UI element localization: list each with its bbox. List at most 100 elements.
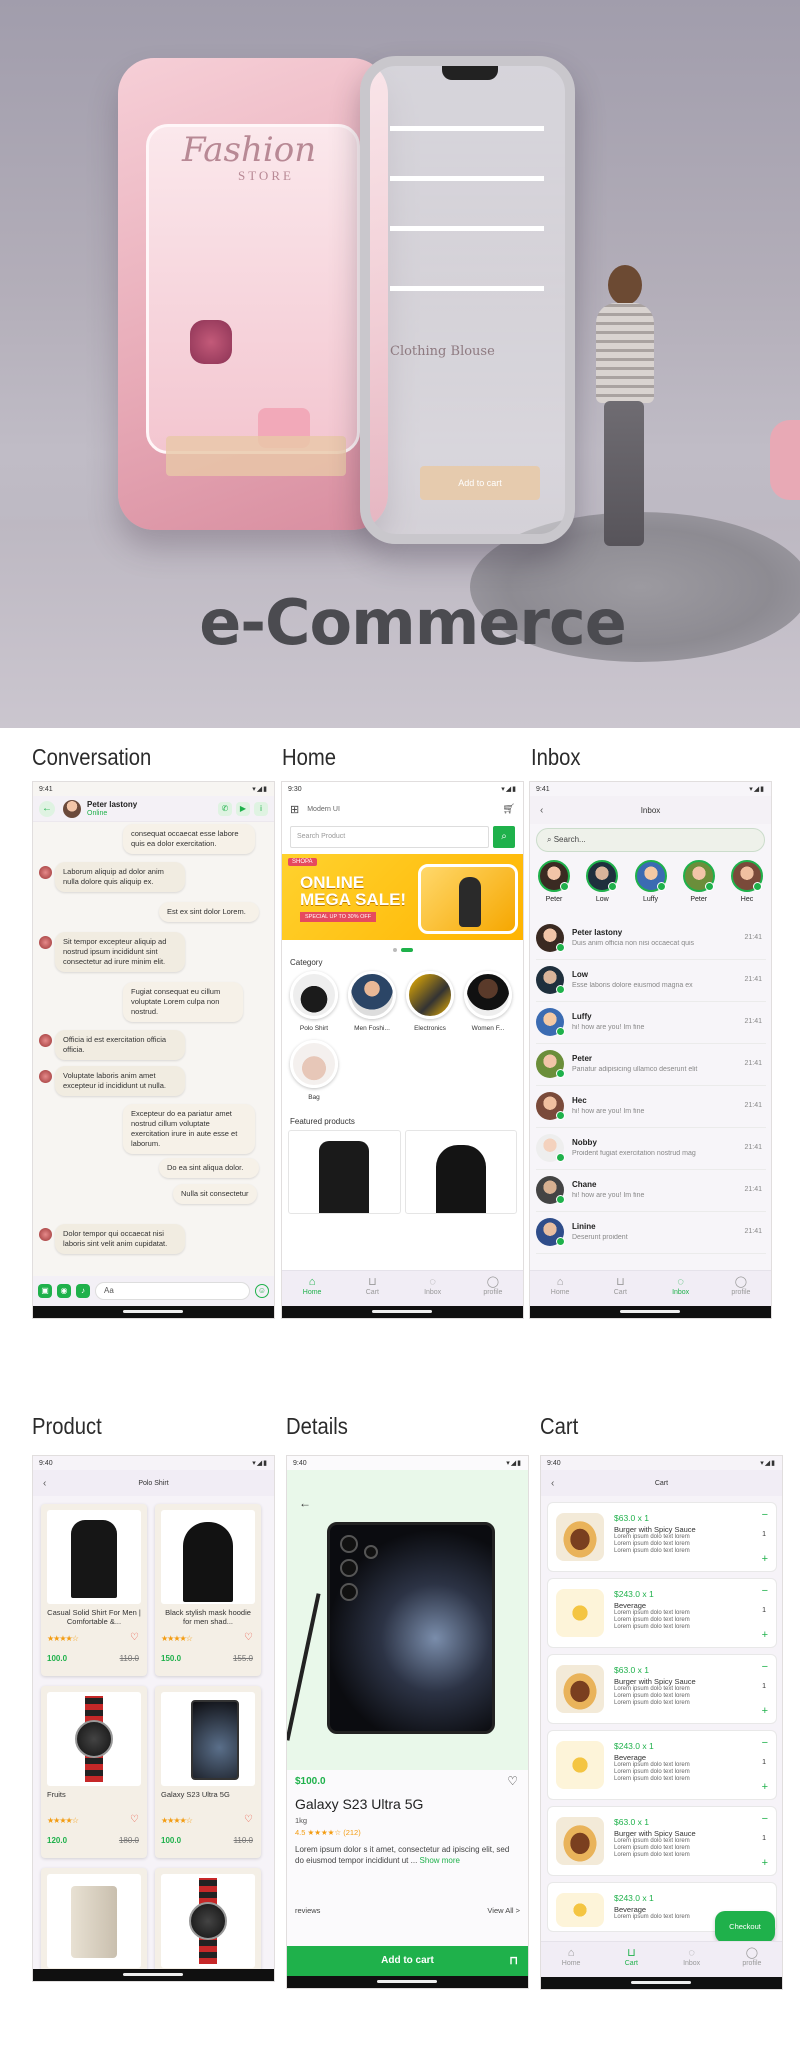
status-bar: 9:40 ▾◢▮ [541, 1456, 782, 1470]
minus-icon[interactable]: − [762, 1737, 768, 1749]
nav-home[interactable]: ⌂ Home [530, 1271, 590, 1306]
detail-rating: 4.5 ★★★★☆ (212) [295, 1828, 361, 1837]
emoji-icon[interactable]: ☺ [255, 1284, 269, 1298]
message-input[interactable]: Aa [95, 1282, 250, 1300]
dot[interactable] [392, 948, 397, 952]
minus-icon[interactable]: − [762, 1661, 768, 1673]
category-item[interactable]: Men Foshi... [346, 971, 398, 1032]
category-image [406, 971, 454, 1019]
camera-lens [340, 1535, 358, 1553]
info-icon[interactable]: i [254, 801, 268, 816]
plus-icon[interactable]: + [762, 1629, 768, 1641]
plus-icon[interactable]: + [762, 1857, 768, 1869]
cart-icon: ⊔ [616, 1276, 625, 1288]
nav-label: Home [561, 1960, 581, 1967]
show-more-link[interactable]: Show more [420, 1856, 460, 1865]
search-button[interactable]: ⌕ [493, 826, 515, 848]
dot-active[interactable] [400, 948, 413, 952]
row-time: 21:41 [744, 1228, 762, 1235]
checkout-button[interactable]: Checkout [715, 1911, 775, 1943]
story-name: Luffy [642, 896, 659, 903]
plus-icon[interactable]: + [762, 1781, 768, 1793]
product-card[interactable]: Galaxy S23 Ultra 5G ★★★★☆ ♡ 100.0 110.0 [155, 1686, 261, 1858]
shirt-shape [71, 1520, 117, 1598]
system-nav-bar [33, 1306, 274, 1318]
nav-cart[interactable]: ⊔ Cart [342, 1271, 402, 1306]
conversation-row[interactable]: Peter lastony Duis anim officia non nisi … [536, 920, 766, 960]
product-card[interactable] [41, 1868, 147, 1978]
plus-icon[interactable]: + [762, 1705, 768, 1717]
back-arrow-icon[interactable]: ← [39, 800, 55, 817]
story-item[interactable]: Peter [681, 860, 717, 903]
nav-inbox[interactable]: ◌ Inbox [651, 1271, 711, 1306]
detail-title: Galaxy S23 Ultra 5G [295, 1796, 424, 1812]
heart-icon[interactable]: ♡ [244, 1814, 253, 1825]
product-card[interactable]: Casual Solid Shirt For Men | Comfortable… [41, 1504, 147, 1676]
minus-icon[interactable]: − [762, 1509, 768, 1521]
phone-product-image [327, 1522, 495, 1734]
conversation-row[interactable]: Low Esse laboris dolore eiusmod magna ex 2… [536, 962, 766, 1002]
back-arrow-icon[interactable]: ‹ [540, 805, 543, 816]
featured-card[interactable] [288, 1130, 401, 1214]
nav-home[interactable]: ⌂ Home [282, 1271, 342, 1306]
item-qty: 1 [762, 1759, 766, 1766]
story-avatar [634, 860, 667, 892]
product-image [47, 1874, 141, 1968]
conversation-row[interactable]: Chane hi! how are you! Im fine 21:41 [536, 1172, 766, 1212]
gallery-icon[interactable]: ▣ [38, 1284, 52, 1298]
story-item[interactable]: Hec [729, 860, 765, 903]
search-input[interactable]: Search Product [290, 826, 489, 848]
story-item[interactable]: Peter [536, 860, 572, 903]
back-arrow-icon[interactable]: ‹ [551, 1478, 554, 1489]
nav-cart[interactable]: ⊔ Cart [590, 1271, 650, 1306]
conversation-row[interactable]: Linine Deserunt proident 21:41 [536, 1214, 766, 1254]
video-icon[interactable]: ▶ [236, 801, 250, 816]
nav-home[interactable]: ⌂ Home [541, 1942, 601, 1977]
phone-icon[interactable]: ✆ [218, 801, 232, 816]
minus-icon[interactable]: − [762, 1585, 768, 1597]
conversation-row[interactable]: Hec hi! how are you! Im fine 21:41 [536, 1088, 766, 1128]
heart-icon[interactable]: ♡ [507, 1774, 518, 1788]
mic-icon[interactable]: ♪ [76, 1284, 90, 1298]
search-input[interactable]: ⌕ Search... [536, 828, 765, 852]
heart-icon[interactable]: ♡ [130, 1814, 139, 1825]
story-avatar [682, 860, 715, 892]
burger-image [556, 1817, 604, 1865]
nav-inbox[interactable]: ◌ Inbox [403, 1271, 463, 1306]
minus-icon[interactable]: − [762, 1813, 768, 1825]
category-item[interactable]: Polo Shirt [288, 971, 340, 1032]
item-name: Beverage [614, 1905, 647, 1914]
status-time: 9:41 [536, 785, 550, 793]
product-card[interactable]: Black stylish mask hoodie for men shad..… [155, 1504, 261, 1676]
category-item[interactable]: Electronics [404, 971, 456, 1032]
avatar[interactable] [63, 799, 81, 818]
conversation-row[interactable]: Nobby Proident fugiat exercitation nostru… [536, 1130, 766, 1170]
category-item[interactable]: Women F... [462, 971, 514, 1032]
heart-icon[interactable]: ♡ [244, 1632, 253, 1643]
nav-profile[interactable]: ◯ profile [463, 1271, 523, 1306]
story-item[interactable]: Low [584, 860, 620, 903]
view-all-link[interactable]: View All > [487, 1906, 520, 1915]
product-card[interactable]: Fruits ★★★★☆ ♡ 120.0 180.0 [41, 1686, 147, 1858]
story-item[interactable]: Luffy [633, 860, 669, 903]
nav-cart[interactable]: ⊔ Cart [601, 1942, 661, 1977]
menu-grid-icon[interactable]: ⊞ [290, 803, 299, 816]
conversation-row[interactable]: Luffy hi! how are you! Im fine 21:41 [536, 1004, 766, 1044]
nav-profile[interactable]: ◯ profile [722, 1942, 782, 1977]
nav-inbox[interactable]: ◌ Inbox [662, 1942, 722, 1977]
product-card[interactable] [155, 1868, 261, 1978]
camera-icon[interactable]: ◉ [57, 1284, 71, 1298]
lorem-line: Lorem ipsum dolo text lorem [614, 1548, 690, 1554]
back-arrow-icon[interactable]: ← [299, 1496, 311, 1510]
featured-card[interactable] [404, 1130, 517, 1214]
conversation-row[interactable]: Peter Pariatur adipisicing ullamco deseru… [536, 1046, 766, 1086]
back-arrow-icon[interactable]: ‹ [43, 1478, 46, 1489]
message-out: Fugiat consequat eu cillum voluptate Lor… [123, 982, 243, 1022]
plus-icon[interactable]: + [762, 1553, 768, 1565]
promo-banner[interactable]: SHOPA ONLINE MEGA SALE! SPECIAL UP TO 30%… [282, 854, 523, 940]
heart-icon[interactable]: ♡ [130, 1632, 139, 1643]
cart-icon[interactable]: 🛒︎ [502, 804, 515, 815]
nav-profile[interactable]: ◯ profile [711, 1271, 771, 1306]
add-to-cart-button[interactable]: Add to cart ⊓ [287, 1946, 528, 1976]
category-item[interactable]: Bag [288, 1040, 340, 1101]
